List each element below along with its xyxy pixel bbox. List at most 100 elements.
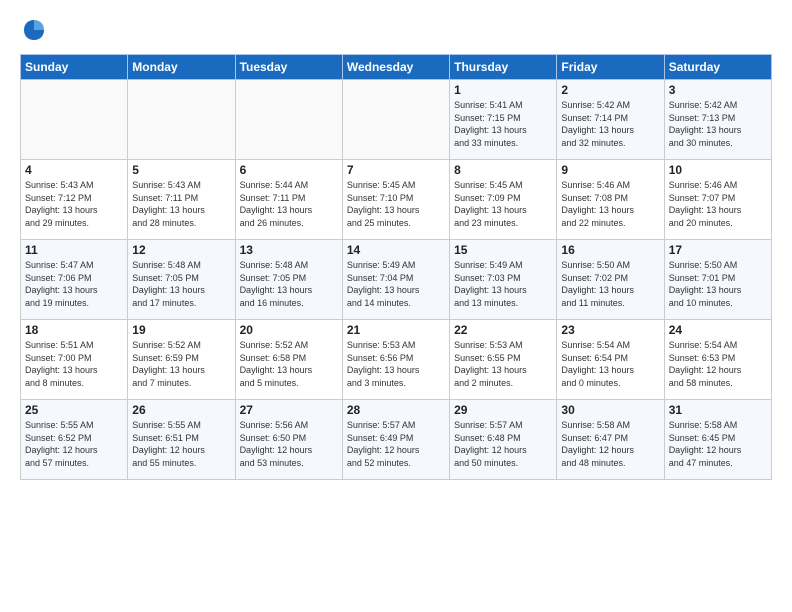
day-number: 5	[132, 163, 230, 177]
day-number: 24	[669, 323, 767, 337]
logo-icon	[20, 16, 48, 44]
day-number: 1	[454, 83, 552, 97]
day-info: Sunrise: 5:47 AM Sunset: 7:06 PM Dayligh…	[25, 259, 123, 309]
day-number: 19	[132, 323, 230, 337]
calendar-cell: 8 Sunrise: 5:45 AM Sunset: 7:09 PM Daylig…	[450, 160, 557, 240]
page: SundayMondayTuesdayWednesdayThursdayFrid…	[0, 0, 792, 612]
day-number: 10	[669, 163, 767, 177]
calendar-week-3: 11 Sunrise: 5:47 AM Sunset: 7:06 PM Dayli…	[21, 240, 772, 320]
calendar-table: SundayMondayTuesdayWednesdayThursdayFrid…	[20, 54, 772, 480]
calendar-cell: 4 Sunrise: 5:43 AM Sunset: 7:12 PM Daylig…	[21, 160, 128, 240]
day-number: 30	[561, 403, 659, 417]
calendar-cell	[21, 80, 128, 160]
day-info: Sunrise: 5:48 AM Sunset: 7:05 PM Dayligh…	[240, 259, 338, 309]
calendar-cell: 24 Sunrise: 5:54 AM Sunset: 6:53 PM Dayli…	[664, 320, 771, 400]
day-info: Sunrise: 5:58 AM Sunset: 6:47 PM Dayligh…	[561, 419, 659, 469]
calendar-cell: 12 Sunrise: 5:48 AM Sunset: 7:05 PM Dayli…	[128, 240, 235, 320]
day-info: Sunrise: 5:45 AM Sunset: 7:10 PM Dayligh…	[347, 179, 445, 229]
day-number: 15	[454, 243, 552, 257]
calendar-cell: 11 Sunrise: 5:47 AM Sunset: 7:06 PM Dayli…	[21, 240, 128, 320]
calendar-cell: 10 Sunrise: 5:46 AM Sunset: 7:07 PM Dayli…	[664, 160, 771, 240]
day-number: 7	[347, 163, 445, 177]
day-info: Sunrise: 5:46 AM Sunset: 7:08 PM Dayligh…	[561, 179, 659, 229]
day-number: 28	[347, 403, 445, 417]
calendar-cell: 13 Sunrise: 5:48 AM Sunset: 7:05 PM Dayli…	[235, 240, 342, 320]
day-info: Sunrise: 5:52 AM Sunset: 6:59 PM Dayligh…	[132, 339, 230, 389]
day-info: Sunrise: 5:50 AM Sunset: 7:02 PM Dayligh…	[561, 259, 659, 309]
day-number: 25	[25, 403, 123, 417]
day-number: 2	[561, 83, 659, 97]
calendar-cell: 5 Sunrise: 5:43 AM Sunset: 7:11 PM Daylig…	[128, 160, 235, 240]
day-info: Sunrise: 5:58 AM Sunset: 6:45 PM Dayligh…	[669, 419, 767, 469]
calendar-header-wednesday: Wednesday	[342, 55, 449, 80]
calendar-header-friday: Friday	[557, 55, 664, 80]
calendar-cell: 16 Sunrise: 5:50 AM Sunset: 7:02 PM Dayli…	[557, 240, 664, 320]
calendar-header-row: SundayMondayTuesdayWednesdayThursdayFrid…	[21, 55, 772, 80]
day-info: Sunrise: 5:45 AM Sunset: 7:09 PM Dayligh…	[454, 179, 552, 229]
calendar-header-monday: Monday	[128, 55, 235, 80]
calendar-cell	[235, 80, 342, 160]
calendar-cell: 7 Sunrise: 5:45 AM Sunset: 7:10 PM Daylig…	[342, 160, 449, 240]
calendar-week-1: 1 Sunrise: 5:41 AM Sunset: 7:15 PM Daylig…	[21, 80, 772, 160]
day-info: Sunrise: 5:46 AM Sunset: 7:07 PM Dayligh…	[669, 179, 767, 229]
calendar-cell: 20 Sunrise: 5:52 AM Sunset: 6:58 PM Dayli…	[235, 320, 342, 400]
day-info: Sunrise: 5:57 AM Sunset: 6:48 PM Dayligh…	[454, 419, 552, 469]
day-number: 20	[240, 323, 338, 337]
day-number: 17	[669, 243, 767, 257]
day-number: 26	[132, 403, 230, 417]
day-number: 18	[25, 323, 123, 337]
day-number: 14	[347, 243, 445, 257]
day-info: Sunrise: 5:53 AM Sunset: 6:56 PM Dayligh…	[347, 339, 445, 389]
calendar-cell: 15 Sunrise: 5:49 AM Sunset: 7:03 PM Dayli…	[450, 240, 557, 320]
day-number: 12	[132, 243, 230, 257]
calendar-week-2: 4 Sunrise: 5:43 AM Sunset: 7:12 PM Daylig…	[21, 160, 772, 240]
day-info: Sunrise: 5:43 AM Sunset: 7:12 PM Dayligh…	[25, 179, 123, 229]
day-info: Sunrise: 5:43 AM Sunset: 7:11 PM Dayligh…	[132, 179, 230, 229]
calendar-cell: 21 Sunrise: 5:53 AM Sunset: 6:56 PM Dayli…	[342, 320, 449, 400]
day-info: Sunrise: 5:57 AM Sunset: 6:49 PM Dayligh…	[347, 419, 445, 469]
day-number: 3	[669, 83, 767, 97]
day-info: Sunrise: 5:48 AM Sunset: 7:05 PM Dayligh…	[132, 259, 230, 309]
day-info: Sunrise: 5:51 AM Sunset: 7:00 PM Dayligh…	[25, 339, 123, 389]
day-number: 21	[347, 323, 445, 337]
day-info: Sunrise: 5:55 AM Sunset: 6:52 PM Dayligh…	[25, 419, 123, 469]
day-info: Sunrise: 5:44 AM Sunset: 7:11 PM Dayligh…	[240, 179, 338, 229]
day-number: 31	[669, 403, 767, 417]
calendar-cell: 29 Sunrise: 5:57 AM Sunset: 6:48 PM Dayli…	[450, 400, 557, 480]
header	[20, 16, 772, 44]
day-number: 8	[454, 163, 552, 177]
calendar-header-thursday: Thursday	[450, 55, 557, 80]
day-info: Sunrise: 5:49 AM Sunset: 7:04 PM Dayligh…	[347, 259, 445, 309]
day-number: 13	[240, 243, 338, 257]
day-info: Sunrise: 5:54 AM Sunset: 6:53 PM Dayligh…	[669, 339, 767, 389]
calendar-cell: 26 Sunrise: 5:55 AM Sunset: 6:51 PM Dayli…	[128, 400, 235, 480]
day-number: 23	[561, 323, 659, 337]
day-info: Sunrise: 5:53 AM Sunset: 6:55 PM Dayligh…	[454, 339, 552, 389]
calendar-cell: 9Sunrise: 5:46 AM Sunset: 7:08 PM Daylig…	[557, 160, 664, 240]
calendar-cell: 22Sunrise: 5:53 AM Sunset: 6:55 PM Dayli…	[450, 320, 557, 400]
calendar-cell: 19 Sunrise: 5:52 AM Sunset: 6:59 PM Dayli…	[128, 320, 235, 400]
day-info: Sunrise: 5:52 AM Sunset: 6:58 PM Dayligh…	[240, 339, 338, 389]
calendar-cell: 14 Sunrise: 5:49 AM Sunset: 7:04 PM Dayli…	[342, 240, 449, 320]
day-info: Sunrise: 5:50 AM Sunset: 7:01 PM Dayligh…	[669, 259, 767, 309]
day-number: 11	[25, 243, 123, 257]
calendar-cell: 18 Sunrise: 5:51 AM Sunset: 7:00 PM Dayli…	[21, 320, 128, 400]
day-info: Sunrise: 5:55 AM Sunset: 6:51 PM Dayligh…	[132, 419, 230, 469]
logo	[20, 16, 52, 44]
calendar-cell: 27Sunrise: 5:56 AM Sunset: 6:50 PM Dayli…	[235, 400, 342, 480]
day-info: Sunrise: 5:42 AM Sunset: 7:13 PM Dayligh…	[669, 99, 767, 149]
calendar-header-sunday: Sunday	[21, 55, 128, 80]
day-info: Sunrise: 5:41 AM Sunset: 7:15 PM Dayligh…	[454, 99, 552, 149]
day-number: 4	[25, 163, 123, 177]
calendar-cell	[128, 80, 235, 160]
calendar-header-saturday: Saturday	[664, 55, 771, 80]
calendar-cell: 30 Sunrise: 5:58 AM Sunset: 6:47 PM Dayli…	[557, 400, 664, 480]
calendar-cell: 25 Sunrise: 5:55 AM Sunset: 6:52 PM Dayli…	[21, 400, 128, 480]
day-info: Sunrise: 5:54 AM Sunset: 6:54 PM Dayligh…	[561, 339, 659, 389]
day-number: 29	[454, 403, 552, 417]
calendar-cell: 3 Sunrise: 5:42 AM Sunset: 7:13 PM Daylig…	[664, 80, 771, 160]
calendar-cell: 23 Sunrise: 5:54 AM Sunset: 6:54 PM Dayli…	[557, 320, 664, 400]
day-number: 6	[240, 163, 338, 177]
day-info: Sunrise: 5:49 AM Sunset: 7:03 PM Dayligh…	[454, 259, 552, 309]
day-number: 16	[561, 243, 659, 257]
